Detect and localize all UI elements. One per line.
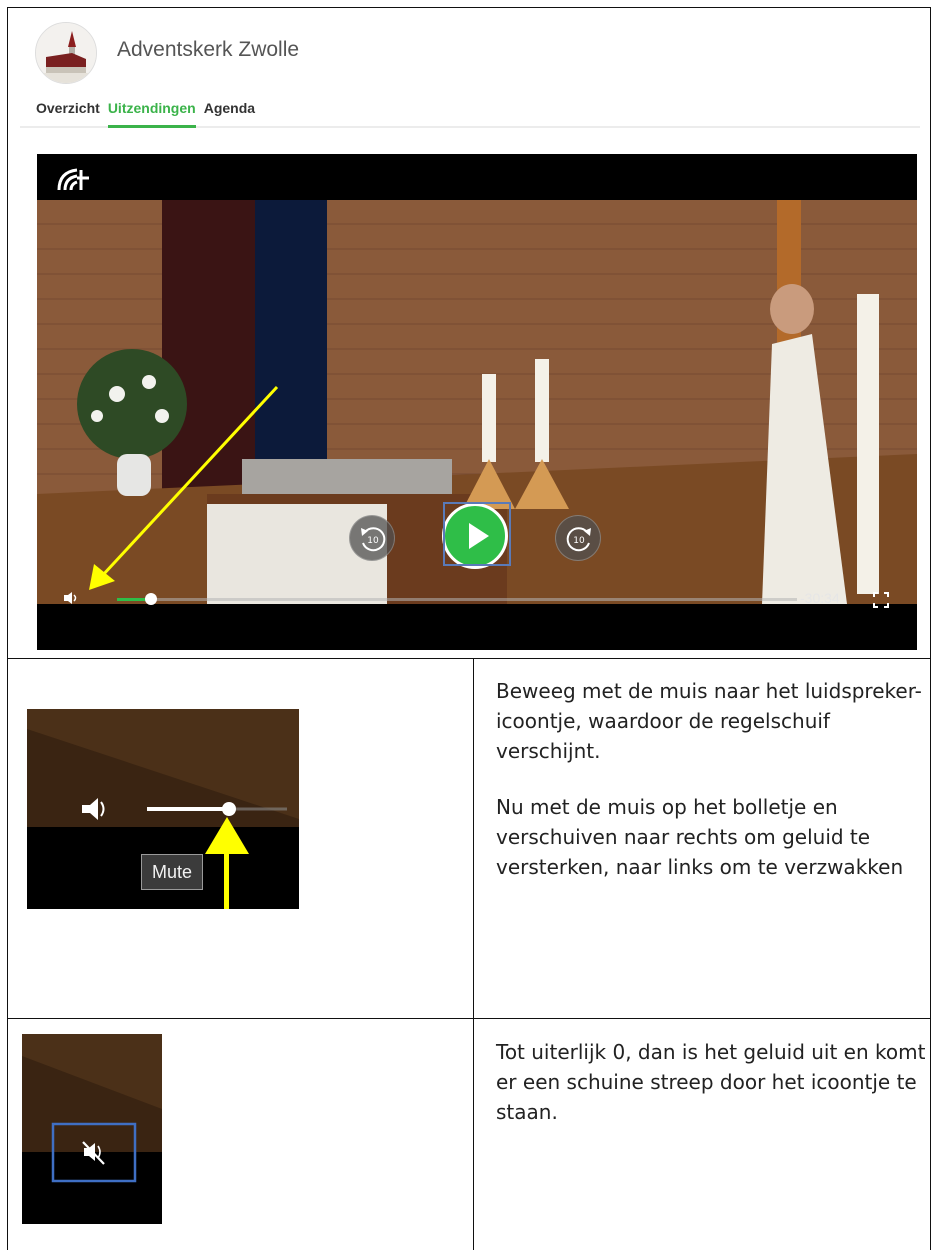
forward-seconds: 10: [573, 536, 585, 546]
rewind-icon: 10: [361, 527, 386, 552]
seek-bar[interactable]: [117, 598, 797, 601]
tab-overzicht[interactable]: Overzicht: [36, 100, 100, 128]
site-title[interactable]: Adventskerk Zwolle: [117, 38, 299, 62]
instruction-text-1b: Nu met de muis op het bolletje en versch…: [496, 795, 904, 879]
document-table: Adventskerk Zwolle Overzicht Uitzendinge…: [7, 7, 931, 1250]
broadcast-logo-icon: [57, 166, 91, 198]
forward-10-button[interactable]: 10: [555, 515, 601, 561]
fullscreen-icon: [873, 592, 889, 608]
tab-uitzendingen[interactable]: Uitzendingen: [107, 100, 196, 128]
volume-slider-closeup: Mute: [27, 709, 299, 909]
play-button[interactable]: [442, 503, 508, 569]
site-header: Adventskerk Zwolle Overzicht Uitzendinge…: [20, 16, 920, 128]
fullscreen-button[interactable]: [873, 592, 889, 608]
forward-icon: 10: [566, 527, 591, 552]
instruction-cell-2: Tot uiterlijk 0, dan is het geluid uit e…: [473, 1018, 931, 1250]
rewind-seconds: 10: [367, 536, 379, 546]
mute-tooltip: Mute: [141, 854, 203, 890]
instruction-cell-1: Beweeg met de muis naar het luidspreker-…: [473, 658, 931, 1020]
remaining-time: -30:34: [800, 590, 840, 606]
speaker-icon: [64, 592, 77, 604]
video-player[interactable]: 10 10 -30:34: [37, 154, 917, 650]
seek-handle[interactable]: [145, 593, 157, 605]
rewind-10-button[interactable]: 10: [349, 515, 395, 561]
muted-icon-closeup: [22, 1034, 162, 1224]
play-icon: [469, 523, 489, 549]
nav-tabs: Overzicht Uitzendingen Agenda: [36, 100, 255, 128]
video-frame: [37, 154, 917, 650]
volume-button[interactable]: [63, 591, 79, 610]
instruction-text-2: Tot uiterlijk 0, dan is het geluid uit e…: [496, 1040, 926, 1124]
instruction-text-1a: Beweeg met de muis naar het luidspreker-…: [496, 679, 922, 763]
church-logo[interactable]: [35, 22, 97, 84]
tab-agenda[interactable]: Agenda: [204, 100, 255, 128]
volume-slider-image-cell: Mute: [7, 658, 475, 1020]
muted-icon-image-cell: [7, 1018, 475, 1250]
screenshot-cell: Adventskerk Zwolle Overzicht Uitzendinge…: [7, 7, 931, 660]
